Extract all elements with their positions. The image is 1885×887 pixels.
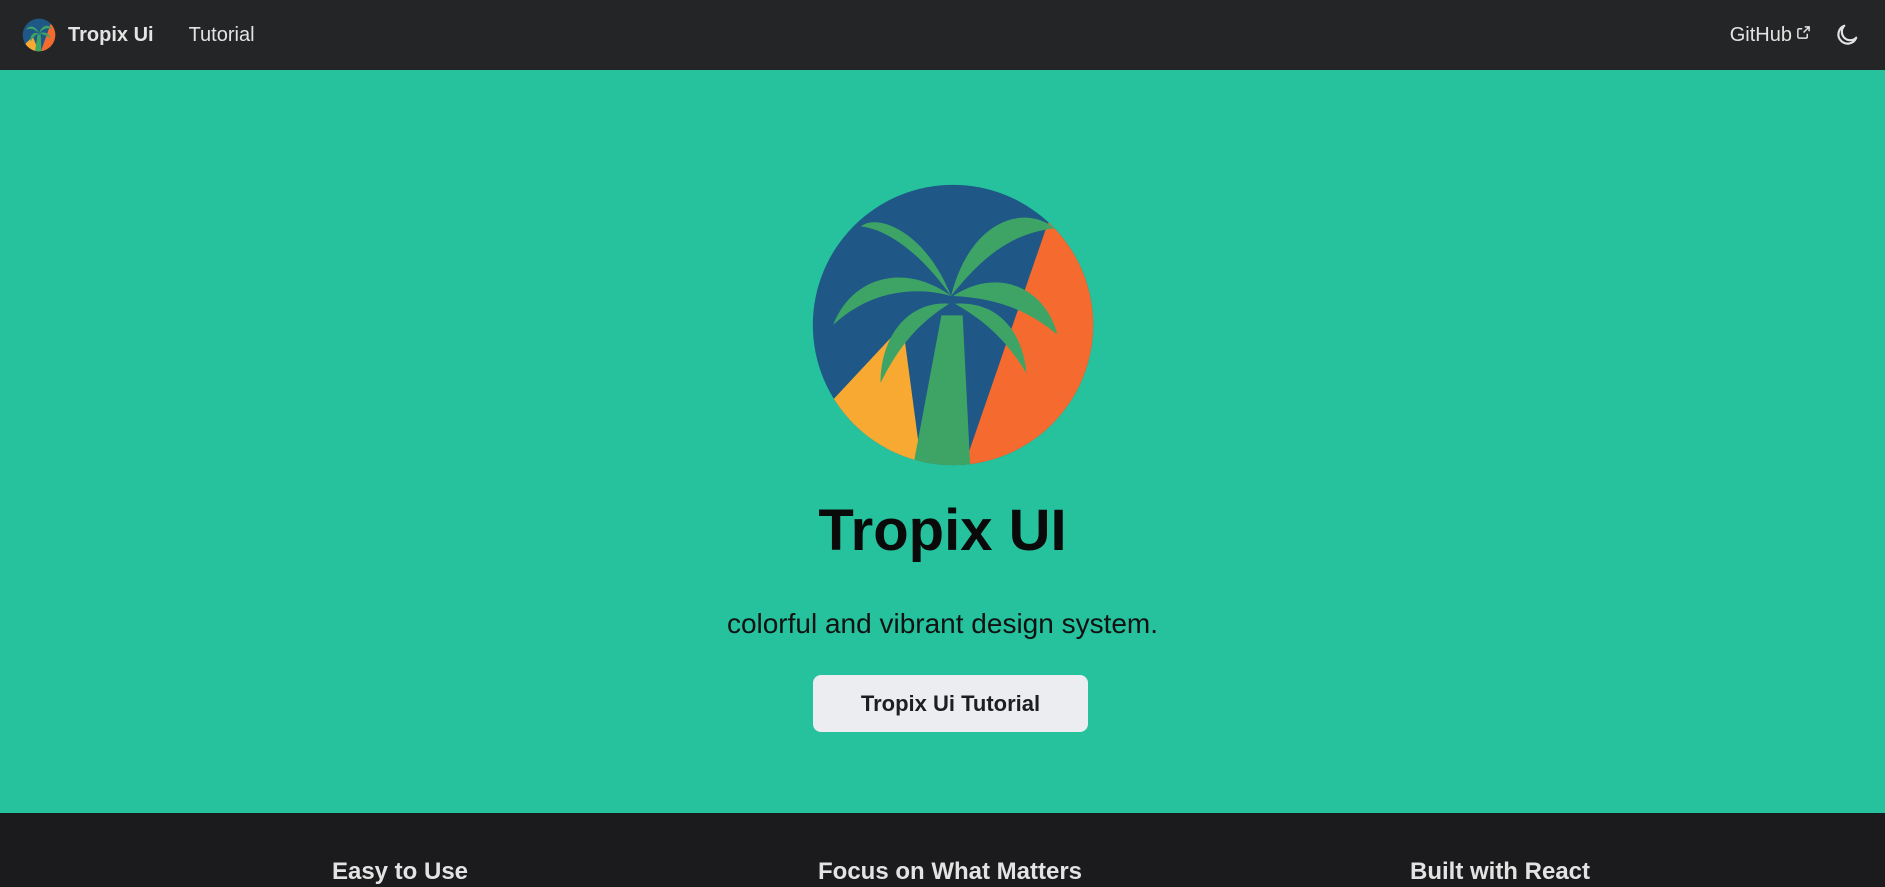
hero-subtitle: colorful and vibrant design system. — [726, 608, 1159, 639]
external-link-icon — [1797, 25, 1810, 39]
brand-link[interactable]: Tropix Ui — [22, 18, 154, 52]
github-link[interactable]: GitHub — [1730, 24, 1811, 47]
github-link-label: GitHub — [1729, 23, 1792, 46]
theme-toggle-button[interactable] — [1831, 19, 1863, 51]
brand-title: Tropix Ui — [68, 23, 154, 46]
feature-title-built-with-react: Built with React — [1409, 858, 1591, 885]
palm-tree-logo-icon — [22, 18, 56, 52]
top-navbar: Tropix Ui Tutorial GitHub — [0, 0, 1885, 70]
feature-title-easy-to-use: Easy to Use — [331, 858, 469, 885]
moon-icon — [1837, 24, 1858, 45]
hero-title: Tropix UI — [818, 498, 1067, 563]
features-section: Easy to Use Focus on What Matters Built … — [0, 813, 1885, 887]
palm-tree-logo-icon — [812, 184, 1094, 466]
hero-section: Tropix UI colorful and vibrant design sy… — [0, 70, 1885, 813]
tutorial-button[interactable]: Tropix Ui Tutorial — [813, 675, 1088, 732]
navbar-right: GitHub — [1730, 19, 1863, 51]
nav-link-tutorial[interactable]: Tutorial — [189, 24, 255, 47]
feature-title-focus: Focus on What Matters — [817, 858, 1083, 885]
